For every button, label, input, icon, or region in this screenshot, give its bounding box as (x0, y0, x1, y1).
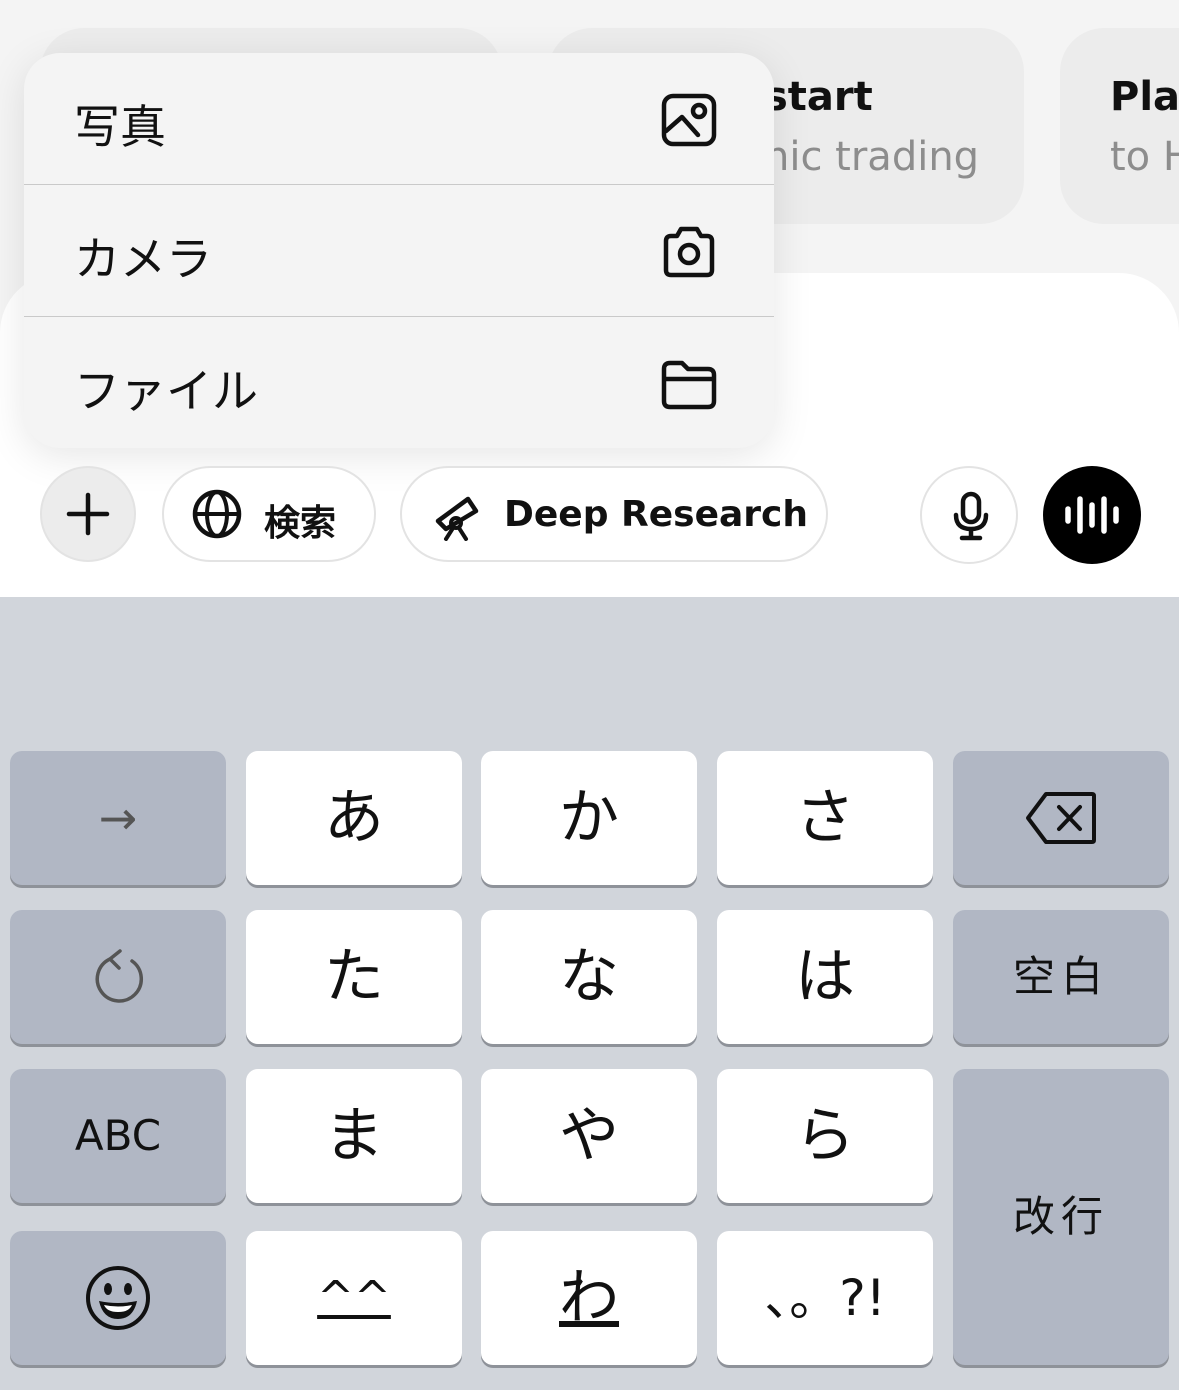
menu-item-label: 写真 (74, 100, 166, 154)
key-label: な (559, 942, 619, 1012)
telescope-icon (435, 496, 479, 541)
key-ma[interactable]: ま (246, 1069, 462, 1203)
key-label: 、。?! (764, 1269, 886, 1327)
suggestion-subtitle: to H (1110, 134, 1179, 180)
key-label: か (559, 783, 619, 853)
key-label: 空白 (1012, 952, 1109, 1001)
key-label: 改行 (1012, 1192, 1109, 1241)
key-ta[interactable]: た (246, 910, 462, 1044)
attach-button[interactable] (40, 466, 136, 562)
key-punctuation[interactable]: 、。?! (717, 1231, 933, 1365)
key-kaomoji[interactable]: ^^ (246, 1231, 462, 1365)
suggestion-title: Pla (1110, 74, 1179, 120)
key-label: ら (795, 1101, 855, 1171)
key-ha[interactable]: は (717, 910, 933, 1044)
deep-research-button[interactable]: Deep Research (400, 466, 828, 562)
key-label: あ (324, 783, 384, 853)
menu-item-camera[interactable]: カメラ (24, 185, 774, 316)
suggestion-card-3[interactable]: Pla to H (1060, 28, 1179, 224)
search-label: 検索 (264, 503, 337, 544)
folder-icon (661, 360, 717, 410)
plus-icon (66, 492, 110, 536)
key-label: ABC (74, 1111, 162, 1160)
chat-top-area: start nic trading Pla to H 写真 カメラ ファイル 検… (0, 0, 1179, 597)
emoji-key[interactable] (10, 1231, 226, 1365)
abc-switch-key[interactable]: ABC (10, 1069, 226, 1203)
key-ra[interactable]: ら (717, 1069, 933, 1203)
photo-icon (661, 93, 717, 147)
microphone-icon (953, 491, 989, 541)
key-na[interactable]: な (481, 910, 697, 1044)
waveform-icon (1065, 496, 1119, 534)
key-label: や (559, 1101, 619, 1171)
key-a[interactable]: あ (246, 751, 462, 885)
key-label: わ (559, 1263, 619, 1333)
voice-mode-button[interactable] (1043, 466, 1141, 564)
key-label: ^^ (317, 1272, 391, 1323)
japanese-kana-keyboard: → あ か さ た な は 空白 ABC ま や ら 改行 ^^ わ 、。?! (0, 597, 1179, 1390)
suggestion-subtitle: nic trading (764, 134, 980, 180)
globe-icon (192, 489, 242, 539)
arrow-right-icon: → (98, 791, 138, 845)
menu-item-photos[interactable]: 写真 (24, 53, 774, 184)
key-sa[interactable]: さ (717, 751, 933, 885)
delete-backspace-icon (1026, 792, 1096, 844)
key-wa[interactable]: わ (481, 1231, 697, 1365)
suggestion-title: start (764, 74, 873, 120)
key-ya[interactable]: や (481, 1069, 697, 1203)
menu-item-files[interactable]: ファイル (24, 317, 774, 448)
next-candidate-key[interactable]: → (10, 751, 226, 885)
key-label: さ (795, 783, 855, 853)
delete-key[interactable] (953, 751, 1169, 885)
attach-menu: 写真 カメラ ファイル (24, 53, 774, 448)
space-key[interactable]: 空白 (953, 910, 1169, 1044)
key-ka[interactable]: か (481, 751, 697, 885)
key-label: は (795, 942, 855, 1012)
camera-icon (663, 226, 715, 278)
key-label: た (324, 942, 384, 1012)
key-label: ま (324, 1101, 384, 1171)
search-button[interactable]: 検索 (162, 466, 376, 562)
return-key[interactable]: 改行 (953, 1069, 1169, 1365)
emoji-icon (86, 1266, 150, 1330)
menu-item-label: カメラ (74, 232, 212, 286)
undo-key[interactable] (10, 910, 226, 1044)
menu-item-label: ファイル (74, 364, 258, 418)
dictation-button[interactable] (920, 466, 1018, 564)
undo-icon (95, 949, 143, 1003)
deep-research-label: Deep Research (504, 494, 809, 535)
